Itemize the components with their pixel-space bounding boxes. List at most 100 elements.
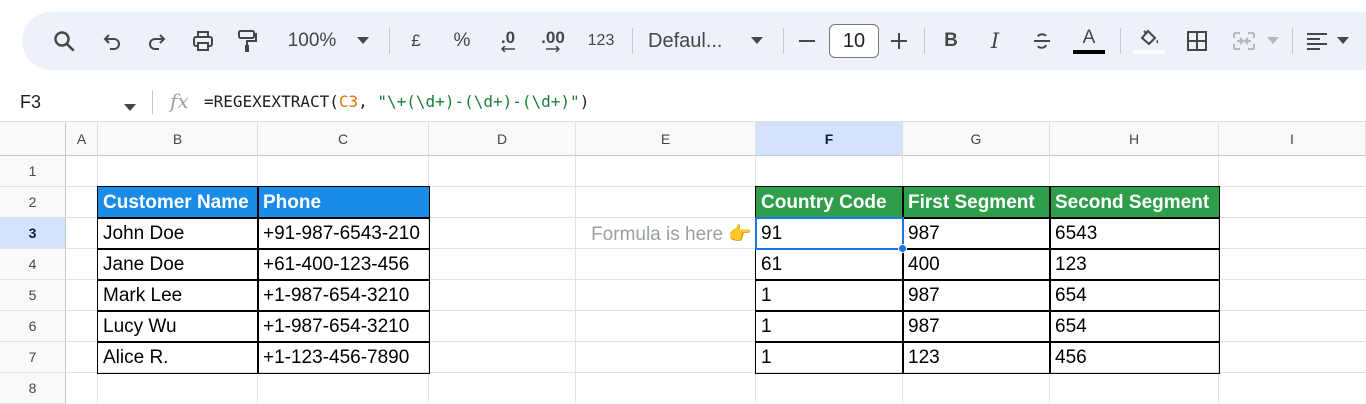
arrow-right-icon xyxy=(546,46,560,52)
bold-button[interactable]: B xyxy=(938,12,964,70)
second-segment-cell[interactable]: 6543 xyxy=(1050,218,1219,249)
customer-name-cell[interactable]: Jane Doe xyxy=(98,249,258,280)
formula-input[interactable]: =REGEXEXTRACT(C3, "\+(\d+)-(\d+)-(\d+)") xyxy=(204,92,589,111)
customer-name-cell[interactable]: John Doe xyxy=(98,218,258,249)
formula-prefix: =REGEXEXTRACT( xyxy=(204,92,339,111)
phone-cell[interactable]: +1-987-654-3210 xyxy=(258,280,429,311)
table-border xyxy=(755,248,1220,250)
customer-name-cell[interactable]: Mark Lee xyxy=(98,280,258,311)
second-segment-cell[interactable]: 123 xyxy=(1050,249,1219,280)
table-border xyxy=(755,279,1220,281)
phone-cell[interactable]: +91-987-6543-210 xyxy=(258,218,429,249)
toolbar-divider xyxy=(924,28,925,54)
toolbar-divider xyxy=(389,28,390,54)
table-border xyxy=(97,341,430,343)
increase-decimal-button[interactable]: .00 xyxy=(537,12,569,70)
first-segment-cell[interactable]: 987 xyxy=(903,218,1050,249)
column-header-b[interactable]: B xyxy=(98,122,258,156)
row-header-6[interactable]: 6 xyxy=(0,311,66,342)
italic-button[interactable]: I xyxy=(982,12,1008,70)
column-header-f[interactable]: F xyxy=(756,122,903,156)
formula-cell-ref: C3 xyxy=(338,92,359,111)
row-header-3[interactable]: 3 xyxy=(0,218,66,249)
phone-cell[interactable]: +1-123-456-7890 xyxy=(258,342,429,373)
country-code-header[interactable]: Country Code xyxy=(756,187,903,218)
paint-format-icon[interactable] xyxy=(232,12,262,70)
fill-color-swatch xyxy=(1133,50,1165,54)
first-segment-cell[interactable]: 123 xyxy=(903,342,1050,373)
fx-icon: fx xyxy=(170,89,189,113)
table-border xyxy=(97,310,430,312)
country-code-cell[interactable]: 1 xyxy=(756,280,903,311)
decrease-font-size-icon[interactable] xyxy=(794,12,820,70)
row-header-5[interactable]: 5 xyxy=(0,280,66,311)
currency-format-button[interactable]: £ xyxy=(404,12,428,70)
row-header-7[interactable]: 7 xyxy=(0,342,66,373)
second-segment-header[interactable]: Second Segment xyxy=(1050,187,1219,218)
zoom-dropdown-icon[interactable] xyxy=(352,12,374,70)
country-code-cell[interactable]: 91 xyxy=(756,218,903,249)
row-header-1[interactable]: 1 xyxy=(0,156,66,187)
toolbar-divider xyxy=(1120,28,1121,54)
customer-name-cell[interactable]: Lucy Wu xyxy=(98,311,258,342)
first-segment-header[interactable]: First Segment xyxy=(903,187,1050,218)
table-border xyxy=(755,341,1220,343)
select-all-corner[interactable] xyxy=(0,122,66,156)
table-border xyxy=(97,248,430,250)
column-header-i[interactable]: I xyxy=(1219,122,1366,156)
percent-format-button[interactable]: % xyxy=(448,12,476,70)
first-segment-cell[interactable]: 987 xyxy=(903,311,1050,342)
second-segment-cell[interactable]: 654 xyxy=(1050,280,1219,311)
row-header-2[interactable]: 2 xyxy=(0,187,66,218)
phone-cell[interactable]: +61-400-123-456 xyxy=(258,249,429,280)
horizontal-align-icon[interactable] xyxy=(1302,12,1332,70)
merge-dropdown-icon[interactable] xyxy=(1264,12,1282,70)
country-code-cell[interactable]: 1 xyxy=(756,342,903,373)
formula-suffix: ) xyxy=(579,92,590,111)
more-formats-button[interactable]: 123 xyxy=(584,12,618,70)
name-box[interactable]: F3 xyxy=(20,92,41,113)
arrow-left-icon xyxy=(501,46,515,52)
column-header-g[interactable]: G xyxy=(903,122,1050,156)
increase-decimal-label: .00 xyxy=(541,28,565,47)
fill-handle[interactable] xyxy=(898,244,907,253)
decrease-decimal-button[interactable]: .0 xyxy=(492,12,524,70)
country-code-cell[interactable]: 61 xyxy=(756,249,903,280)
phone-cell[interactable]: +1-987-654-3210 xyxy=(258,311,429,342)
align-dropdown-icon[interactable] xyxy=(1334,12,1352,70)
column-header-h[interactable]: H xyxy=(1050,122,1219,156)
font-size-input[interactable]: 10 xyxy=(829,24,879,58)
name-box-dropdown-icon[interactable] xyxy=(124,99,136,117)
customer-name-header[interactable]: Customer Name xyxy=(98,187,258,218)
formula-bar-divider xyxy=(152,90,153,114)
formula-mid: , xyxy=(358,92,378,111)
column-header-a[interactable]: A xyxy=(66,122,98,156)
second-segment-cell[interactable]: 654 xyxy=(1050,311,1219,342)
search-menus-icon[interactable] xyxy=(48,12,80,70)
redo-icon[interactable] xyxy=(142,12,172,70)
first-segment-cell[interactable]: 987 xyxy=(903,280,1050,311)
column-header-c[interactable]: C xyxy=(258,122,429,156)
country-code-cell[interactable]: 1 xyxy=(756,311,903,342)
zoom-value[interactable]: 100% xyxy=(280,12,344,70)
column-header-e[interactable]: E xyxy=(576,122,756,156)
text-color-swatch xyxy=(1073,50,1105,54)
text-color-button[interactable]: A xyxy=(1072,12,1106,70)
print-icon[interactable] xyxy=(188,12,218,70)
phone-header[interactable]: Phone xyxy=(258,187,429,218)
row-header-8[interactable]: 8 xyxy=(0,373,66,404)
increase-font-size-icon[interactable] xyxy=(886,12,912,70)
borders-icon[interactable] xyxy=(1182,12,1212,70)
merge-cells-icon[interactable] xyxy=(1228,12,1260,70)
row-header-4[interactable]: 4 xyxy=(0,249,66,280)
column-header-d[interactable]: D xyxy=(429,122,576,156)
second-segment-cell[interactable]: 456 xyxy=(1050,342,1219,373)
customer-name-cell[interactable]: Alice R. xyxy=(98,342,258,373)
strikethrough-icon[interactable] xyxy=(1028,12,1056,70)
undo-icon[interactable] xyxy=(97,12,127,70)
font-dropdown-icon[interactable] xyxy=(746,12,768,70)
font-family-select[interactable]: Defaul... xyxy=(648,12,738,70)
first-segment-cell[interactable]: 400 xyxy=(903,249,1050,280)
fill-color-icon[interactable] xyxy=(1132,12,1166,70)
formula-note[interactable]: Formula is here 👉 xyxy=(576,218,756,249)
